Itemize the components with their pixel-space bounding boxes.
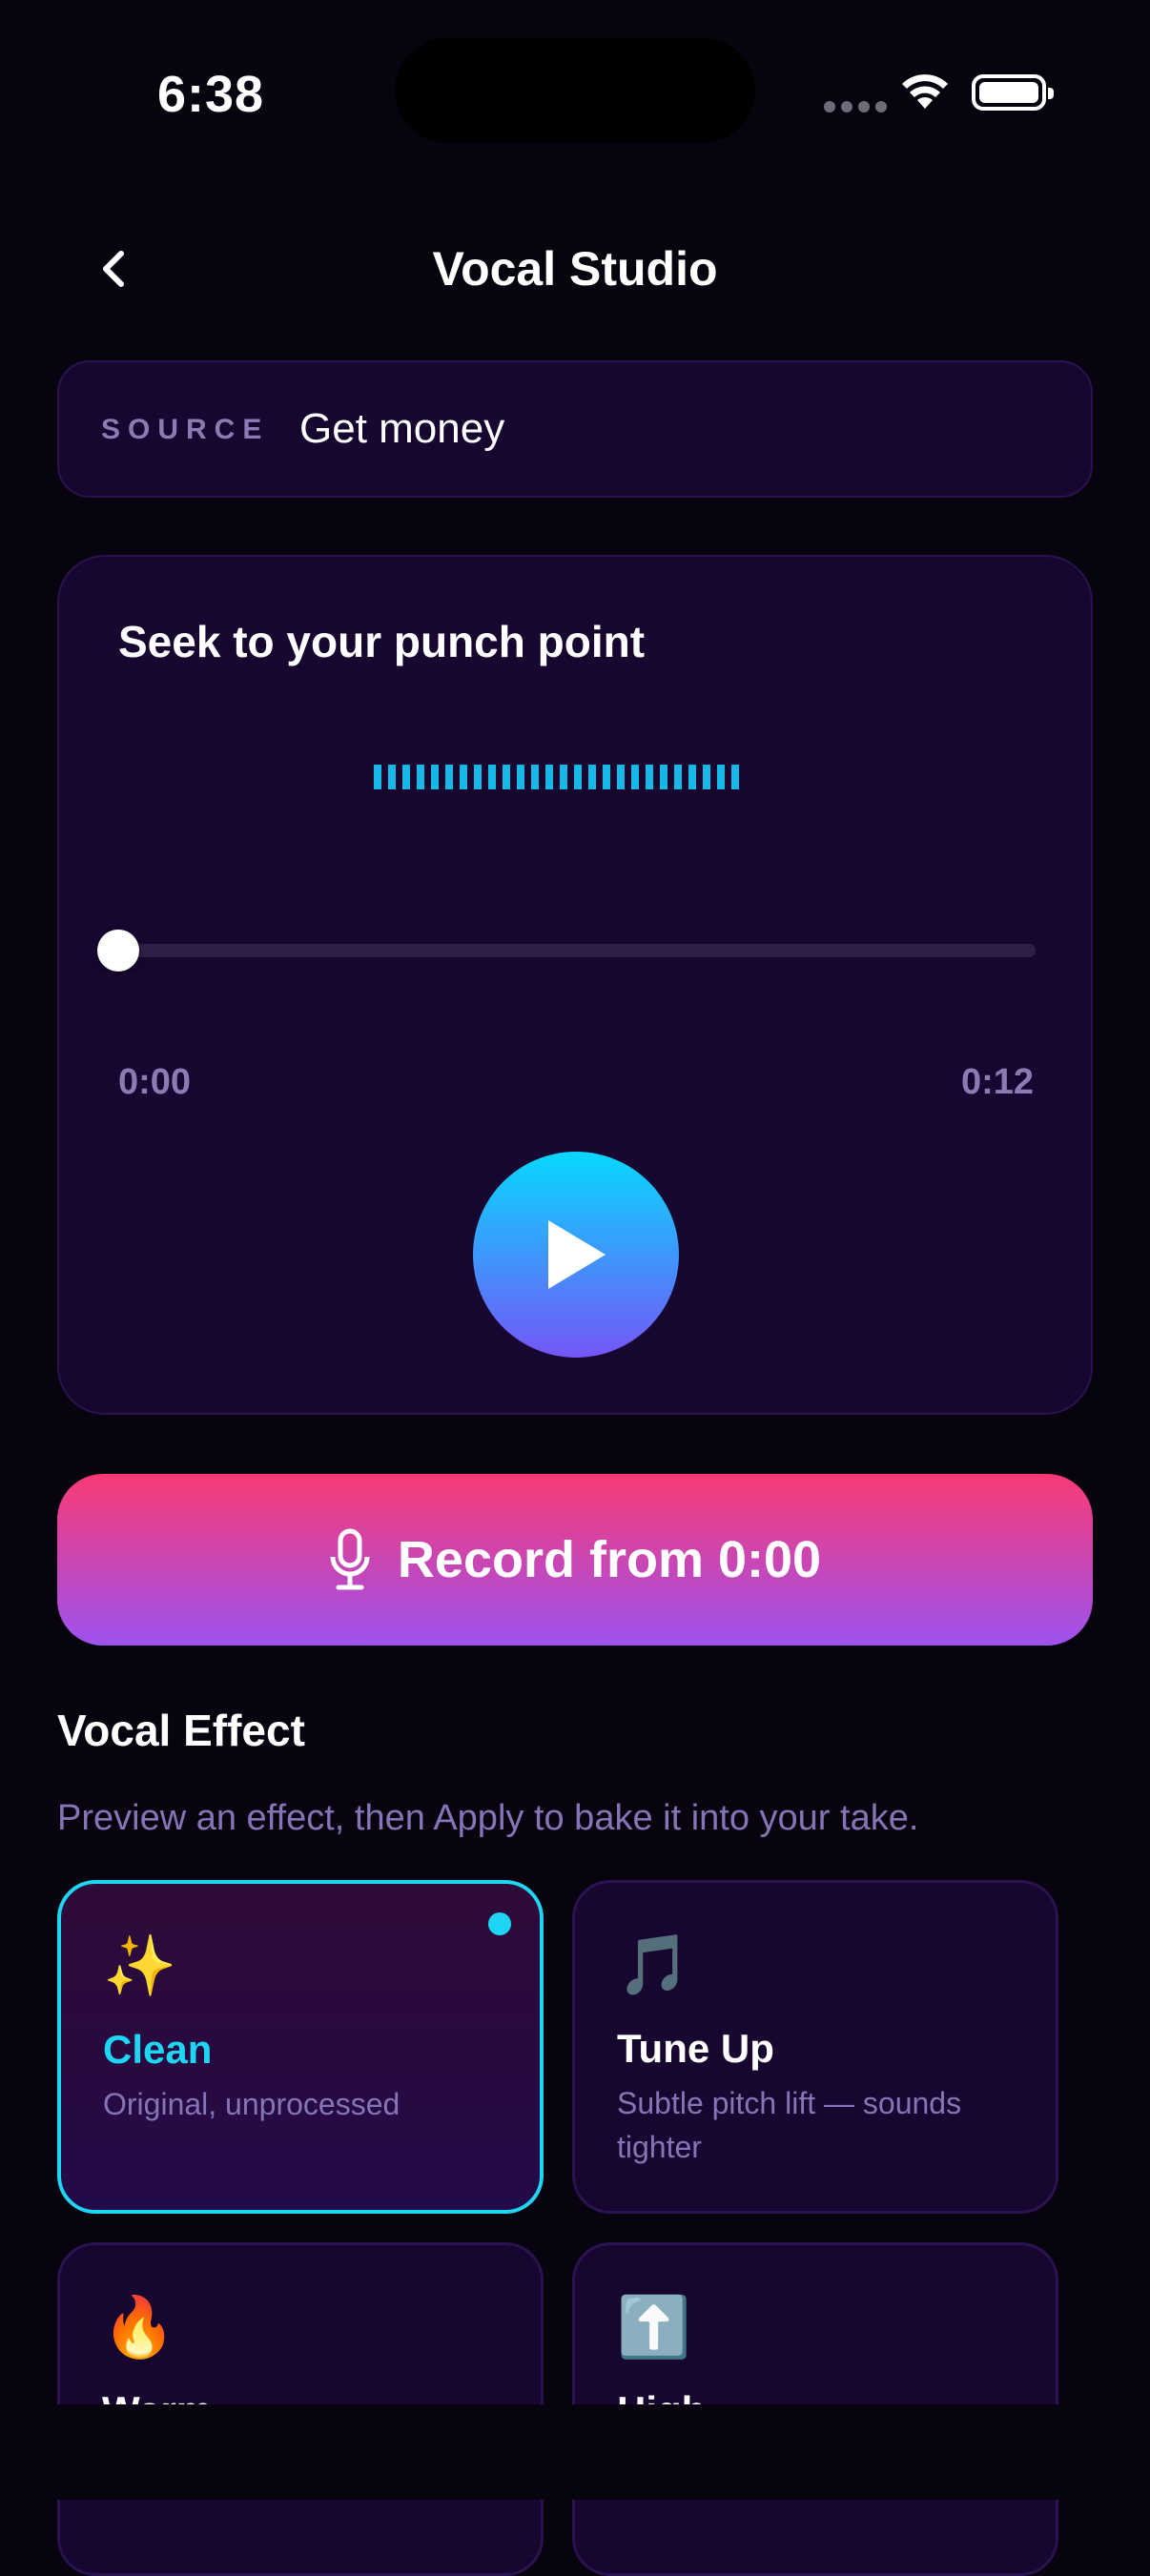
waveform-bar [460, 765, 467, 789]
waveform-bar [417, 765, 424, 789]
effect-card-tune-up[interactable]: 🎵 Tune Up Subtle pitch lift — sounds tig… [572, 1880, 1058, 2214]
section-title: Vocal Effect [57, 1706, 305, 1755]
waveform [374, 765, 739, 789]
waveform-bar [388, 765, 396, 789]
music-note-icon: 🎵 [617, 1930, 691, 1999]
source-value: Get money [299, 405, 505, 452]
waveform-bar [660, 765, 667, 789]
back-button[interactable] [84, 238, 141, 299]
cellular-signal-icon [824, 101, 887, 112]
sparkles-icon: ✨ [103, 1931, 177, 2000]
wifi-icon [902, 74, 948, 109]
waveform-bar [531, 765, 539, 789]
waveform-bar [646, 765, 653, 789]
player-title: Seek to your punch point [118, 617, 646, 666]
battery-icon [972, 74, 1054, 111]
play-button[interactable] [473, 1152, 679, 1358]
seek-handle[interactable] [97, 930, 139, 971]
waveform-bar [474, 765, 482, 789]
waveform-bar [717, 765, 725, 789]
source-label: SOURCE [101, 414, 270, 445]
waveform-bar [402, 765, 410, 789]
effect-description: Subtle pitch lift — sounds tighter [617, 2086, 962, 2164]
effect-name: Clean [103, 2027, 213, 2072]
dynamic-island [395, 38, 755, 143]
fire-icon: 🔥 [102, 2292, 176, 2361]
page-title: Vocal Studio [432, 242, 718, 296]
waveform-bar [431, 765, 439, 789]
record-label: Record from 0:00 [397, 1531, 822, 1588]
source-card: SOURCE Get money [57, 360, 1093, 498]
bottom-safe-area [0, 2404, 1150, 2500]
waveform-bar [731, 765, 739, 789]
waveform-bar [374, 765, 381, 789]
waveform-bar [545, 765, 553, 789]
waveform-bar [488, 765, 496, 789]
player-card: Seek to your punch point 0:00 0:12 [57, 555, 1093, 1415]
effect-name: Tune Up [617, 2026, 774, 2071]
up-arrow-icon: ⬆️ [617, 2292, 691, 2361]
waveform-bar [617, 765, 625, 789]
waveform-bar [631, 765, 639, 789]
waveform-bar [574, 765, 582, 789]
chevron-left-icon [103, 251, 124, 287]
waveform-bar [688, 765, 696, 789]
waveform-bar [517, 765, 524, 789]
waveform-bar [588, 765, 596, 789]
waveform-bar [603, 765, 610, 789]
waveform-bar [445, 765, 453, 789]
microphone-icon [330, 1528, 370, 1590]
play-icon [548, 1220, 606, 1289]
selected-indicator [488, 1912, 511, 1935]
status-bar: 6:38 [0, 0, 1150, 191]
waveform-bar [560, 765, 567, 789]
effect-description: Original, unprocessed [103, 2087, 400, 2121]
waveform-bar [503, 765, 510, 789]
waveform-bar [703, 765, 710, 789]
effect-card-clean[interactable]: ✨ Clean Original, unprocessed [57, 1880, 544, 2214]
duration-time: 0:12 [960, 1062, 1034, 1102]
status-time: 6:38 [157, 66, 265, 123]
section-subtitle: Preview an effect, then Apply to bake it… [57, 1798, 919, 1838]
current-time: 0:00 [118, 1062, 192, 1102]
seek-slider[interactable] [97, 930, 1036, 971]
waveform-bar [674, 765, 682, 789]
record-button[interactable]: Record from 0:00 [57, 1474, 1093, 1646]
